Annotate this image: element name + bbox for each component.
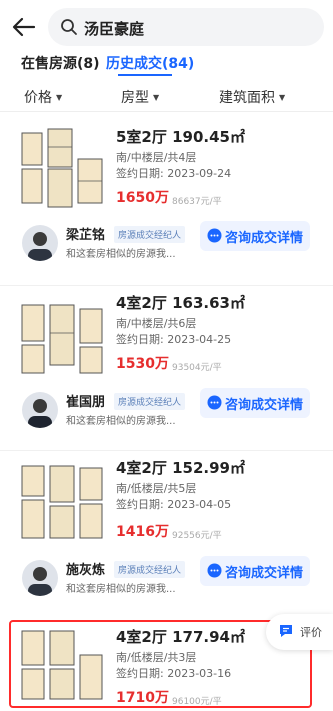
caret-down-icon: ▼	[56, 93, 63, 102]
consult-label: 咨询成交详情	[225, 566, 304, 581]
listing-card[interactable]: 4室2厅 152.99㎡ 南/低楼层/共5层 签约日期: 2023-04-05 …	[0, 455, 333, 615]
agent-row: 梁芷铭 房源成交经纪人 和这套房相似的房源我... 咨询成交详情	[0, 221, 333, 271]
chat-icon	[207, 228, 222, 243]
consult-label: 咨询成交详情	[225, 398, 304, 413]
filter-area[interactable]: 建筑面积 ▼	[219, 87, 285, 107]
filter-bar: 价格 ▼ 房型 ▼ 建筑面积 ▼	[0, 80, 333, 112]
listing-price: 1530万	[116, 356, 169, 372]
agent-row: 崔国朋 房源成交经纪人 和这套房相似的房源我... 咨询成交详情	[0, 388, 333, 438]
tab-bar: 在售房源(8) 历史成交(84)	[0, 50, 333, 76]
agent-name[interactable]: 梁芷铭	[66, 224, 105, 243]
agent-desc: 和这套房相似的房源我...	[66, 249, 176, 260]
agent-name[interactable]: 施灰炼	[66, 559, 105, 578]
agent-badge: 房源成交经纪人	[114, 226, 186, 243]
filter-area-label: 建筑面积	[219, 90, 275, 106]
agent-avatar[interactable]	[22, 560, 58, 596]
agent-avatar[interactable]	[22, 225, 58, 261]
consult-label: 咨询成交详情	[225, 231, 304, 246]
listing-detail: 南/中楼层/共4层	[116, 151, 197, 164]
agent-badge: 房源成交经纪人	[114, 561, 186, 578]
caret-down-icon: ▼	[279, 93, 286, 102]
back-arrow-icon[interactable]	[10, 14, 38, 40]
active-tab-indicator	[118, 74, 172, 76]
floorplan-image	[16, 125, 108, 213]
agent-avatar[interactable]	[22, 392, 58, 428]
listing-date: 签约日期: 2023-04-25	[116, 333, 232, 346]
listing-title: 4室2厅 163.63㎡	[116, 294, 245, 312]
floorplan-icon	[21, 465, 103, 539]
filter-layout-label: 房型	[121, 90, 149, 106]
listing-unit-price: 93504元/平	[172, 363, 222, 373]
floorplan-icon	[21, 128, 103, 208]
filter-price[interactable]: 价格 ▼	[24, 87, 62, 107]
agent-desc: 和这套房相似的房源我...	[66, 584, 176, 595]
listing-title: 4室2厅 152.99㎡	[116, 459, 245, 477]
listing-unit-price: 86637元/平	[172, 197, 222, 207]
chat-icon	[207, 563, 222, 578]
listing-price: 1650万	[116, 190, 169, 206]
agent-badge: 房源成交经纪人	[114, 393, 186, 410]
consult-button[interactable]: 咨询成交详情	[200, 221, 310, 251]
listing-title: 5室2厅 190.45㎡	[116, 128, 245, 146]
tab-history-deals[interactable]: 历史成交(84)	[106, 53, 194, 73]
listing-date: 签约日期: 2023-04-05	[116, 498, 232, 511]
review-label: 评价	[300, 626, 322, 639]
agent-desc: 和这套房相似的房源我...	[66, 416, 176, 427]
agent-row: 施灰炼 房源成交经纪人 和这套房相似的房源我... 咨询成交详情	[0, 556, 333, 606]
listing-card[interactable]: 4室2厅 163.63㎡ 南/中楼层/共6层 签约日期: 2023-04-25 …	[0, 290, 333, 450]
top-bar: 汤臣豪庭	[0, 0, 333, 50]
floorplan-image	[16, 295, 108, 383]
filter-price-label: 价格	[24, 90, 52, 106]
agent-name[interactable]: 崔国朋	[66, 391, 105, 410]
filter-layout[interactable]: 房型 ▼	[121, 87, 159, 107]
divider	[0, 285, 333, 286]
chat-icon	[207, 395, 222, 410]
comment-icon	[280, 625, 292, 637]
caret-down-icon: ▼	[153, 93, 160, 102]
floorplan-image	[16, 460, 108, 548]
review-button[interactable]: 评价	[266, 614, 333, 650]
search-icon	[61, 19, 77, 35]
listing-price: 1416万	[116, 524, 169, 540]
search-query: 汤臣豪庭	[84, 20, 145, 38]
tab-on-sale[interactable]: 在售房源(8)	[21, 53, 100, 73]
listing-detail: 南/低楼层/共5层	[116, 482, 197, 495]
listing-date: 签约日期: 2023-09-24	[116, 167, 232, 180]
search-bar[interactable]: 汤臣豪庭	[48, 8, 324, 46]
listing-detail: 南/中楼层/共6层	[116, 317, 197, 330]
divider	[0, 450, 333, 451]
listing-unit-price: 92556元/平	[172, 531, 222, 541]
consult-button[interactable]: 咨询成交详情	[200, 556, 310, 586]
listing-card[interactable]: 5室2厅 190.45㎡ 南/中楼层/共4层 签约日期: 2023-09-24 …	[0, 120, 333, 288]
consult-button[interactable]: 咨询成交详情	[200, 388, 310, 418]
floorplan-icon	[21, 304, 103, 374]
